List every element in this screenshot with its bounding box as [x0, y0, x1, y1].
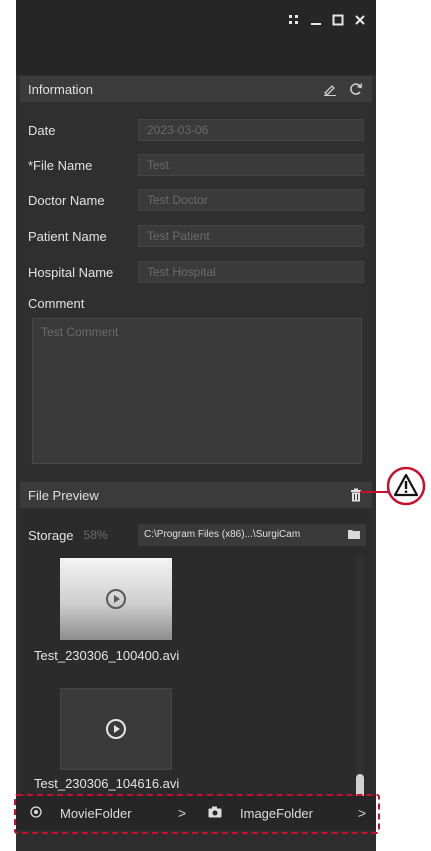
hospital-name-label: Hospital Name [28, 264, 114, 280]
warning-icon [386, 466, 426, 511]
refresh-icon[interactable] [348, 81, 364, 97]
chevron-right-icon: > [177, 805, 186, 821]
title-bar [16, 0, 376, 75]
hospital-name-row: Hospital Name Test Hospital [28, 260, 368, 284]
date-field[interactable]: 2023-03-06 [138, 119, 364, 141]
movie-icon [30, 805, 42, 821]
app-window: Information Date 2023-03-06 *File Name T… [16, 0, 376, 851]
storage-label: Storage [28, 527, 74, 543]
image-folder-label: ImageFolder [240, 805, 313, 821]
video-filename[interactable]: Test_230306_100400.avi [34, 648, 179, 663]
doctor-name-row: Doctor Name Test Doctor [28, 188, 368, 212]
date-row: Date 2023-03-06 [28, 118, 368, 142]
doctor-name-label: Doctor Name [28, 192, 105, 208]
movie-folder-label: MovieFolder [60, 805, 132, 821]
patient-name-label: Patient Name [28, 228, 107, 244]
folder-icon[interactable] [348, 529, 360, 542]
storage-path-text: C:\Program Files (x86)...\SurgiCam [144, 529, 301, 540]
edit-icon[interactable] [322, 81, 338, 97]
play-icon[interactable] [105, 718, 127, 740]
folder-bar: MovieFolder > ImageFolder > [16, 796, 376, 830]
patient-name-field[interactable]: Test Patient [138, 225, 364, 247]
callout-line [360, 491, 388, 493]
maximize-icon[interactable] [330, 12, 346, 28]
file-name-field[interactable]: Test [138, 154, 364, 176]
storage-row: Storage 58% C:\Program Files (x86)...\Su… [28, 524, 372, 546]
play-icon[interactable] [105, 588, 127, 610]
information-panel: Date 2023-03-06 *File Name Test Doctor N… [20, 104, 372, 466]
comment-label: Comment [28, 296, 85, 311]
trash-icon[interactable] [348, 487, 364, 503]
doctor-name-field[interactable]: Test Doctor [138, 189, 364, 211]
movie-folder-button[interactable]: MovieFolder > [16, 796, 196, 830]
grip-icon[interactable] [286, 12, 302, 28]
video-thumbnail[interactable] [60, 558, 172, 640]
file-preview-title: File Preview [28, 487, 99, 503]
video-filename[interactable]: Test_230306_104616.avi [34, 776, 179, 791]
storage-path-field[interactable]: C:\Program Files (x86)...\SurgiCam [138, 524, 366, 546]
patient-name-row: Patient Name Test Patient [28, 224, 368, 248]
chevron-right-icon: > [357, 805, 366, 821]
video-thumbnail[interactable] [60, 688, 172, 770]
minimize-icon[interactable] [308, 12, 324, 28]
hospital-name-field[interactable]: Test Hospital [138, 261, 364, 283]
file-preview-panel: Storage 58% C:\Program Files (x86)...\Su… [20, 510, 372, 810]
file-name-label: *File Name [28, 157, 93, 173]
file-preview-header: File Preview [20, 482, 372, 508]
image-folder-button[interactable]: ImageFolder > [196, 796, 376, 830]
information-header: Information [20, 76, 372, 102]
preview-scrollbar[interactable] [356, 554, 364, 804]
information-title: Information [28, 81, 94, 97]
close-icon[interactable] [352, 12, 368, 28]
comment-field[interactable]: Test Comment [32, 318, 362, 464]
camera-icon [208, 806, 222, 821]
file-name-row: *File Name Test [28, 153, 368, 177]
storage-percent: 58% [83, 528, 108, 542]
date-label: Date [28, 122, 56, 138]
